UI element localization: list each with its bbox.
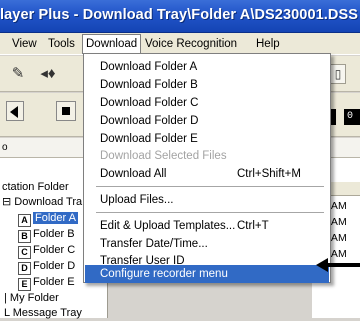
menu-separator <box>96 212 324 213</box>
tree-node-dictation-folder[interactable]: ctation Folder <box>2 180 69 195</box>
tree-node-my-folder[interactable]: | My Folder <box>4 291 59 306</box>
folder-b-icon: B <box>18 230 31 243</box>
tree-node-message-tray[interactable]: L Message Tray <box>4 306 82 321</box>
tree-node-folder-a[interactable]: A Folder A <box>18 211 78 227</box>
menu-item-configure-recorder-menu[interactable]: Configure recorder menu <box>85 265 329 283</box>
stop-button[interactable] <box>56 101 76 121</box>
document-icon: ▯ <box>334 67 342 81</box>
stop-icon <box>62 107 70 115</box>
tree-node-folder-b[interactable]: B Folder B <box>18 227 75 243</box>
rewind-icon <box>10 106 18 118</box>
menu-bar: View Tools Download Voice Recognition He… <box>0 33 360 55</box>
tree-node-folder-e[interactable]: E Folder E <box>18 275 75 291</box>
download-menu: Download Folder A Download Folder B Down… <box>83 53 331 283</box>
counter-right: 0 <box>344 109 360 125</box>
menu-voice-recognition[interactable]: Voice Recognition <box>143 36 239 52</box>
folder-c-icon: C <box>18 246 31 259</box>
title-bar: layer Plus - Download Tray\Folder A\DS23… <box>0 0 360 33</box>
menu-separator <box>96 186 324 187</box>
menu-item-download-folder-a[interactable]: Download Folder A <box>85 57 329 77</box>
folder-a-icon: A <box>18 214 31 227</box>
rewind-button[interactable] <box>6 101 24 121</box>
folder-e-icon: E <box>18 278 31 291</box>
menu-item-download-all[interactable]: Download All Ctrl+Shift+M <box>85 164 329 184</box>
tree-node-folder-c[interactable]: C Folder C <box>18 243 75 259</box>
tree-line-icon: L <box>4 307 13 319</box>
menu-item-download-folder-b[interactable]: Download Folder B <box>85 75 329 95</box>
shortcut-label: Ctrl+T <box>237 220 269 232</box>
menu-item-download-selected-files: Download Selected Files <box>100 150 227 162</box>
speaker-icon[interactable]: ◂♦ <box>38 64 58 84</box>
menu-item-download-folder-c[interactable]: Download Folder C <box>85 93 329 113</box>
expand-icon: ⊟ <box>2 196 15 208</box>
edit-icon[interactable]: ✎ <box>8 64 28 84</box>
menu-tools[interactable]: Tools <box>46 36 77 52</box>
window-title: layer Plus - Download Tray\Folder A\DS23… <box>0 7 359 23</box>
tree-node-folder-d[interactable]: D Folder D <box>18 259 75 275</box>
menu-item-upload-files[interactable]: Upload Files... <box>85 190 329 210</box>
folder-d-icon: D <box>18 262 31 275</box>
menu-download[interactable]: Download <box>82 34 142 54</box>
splitter-marker: o <box>2 142 8 153</box>
shortcut-label: Ctrl+Shift+M <box>237 168 301 180</box>
menu-item-download-folder-d[interactable]: Download Folder D <box>85 111 329 131</box>
menu-view[interactable]: View <box>10 36 39 52</box>
menu-help[interactable]: Help <box>254 36 282 52</box>
callout-arrow-icon <box>316 258 360 272</box>
tree-node-download-tray[interactable]: ⊟ Download Tra <box>2 195 82 210</box>
menu-item-edit-upload-templates[interactable]: Edit & Upload Templates... Ctrl+T <box>85 216 329 236</box>
